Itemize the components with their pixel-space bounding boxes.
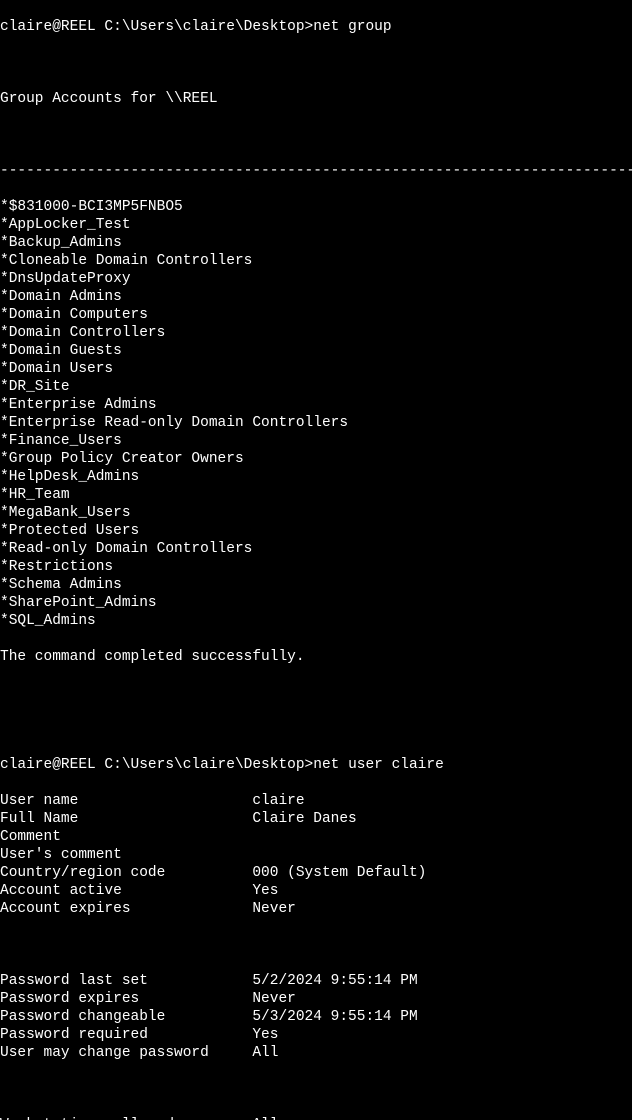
password-info-line: Password required Yes [0,1026,632,1044]
prompt: claire@REEL C:\Users\claire\Desktop> [0,19,313,35]
password-info-line: User may change password All [0,1044,632,1062]
group-entry: *Domain Admins [0,288,632,306]
group-entry: *Group Policy Creator Owners [0,450,632,468]
group-entry: *DnsUpdateProxy [0,270,632,288]
group-entry: *Schema Admins [0,576,632,594]
group-entry: *Cloneable Domain Controllers [0,252,632,270]
group-entry: *Domain Computers [0,306,632,324]
command-text: net group [313,19,391,35]
workstation-info-line: Workstations allowed All [0,1116,632,1120]
group-entry: *Backup_Admins [0,234,632,252]
terminal-window[interactable]: claire@REEL C:\Users\claire\Desktop>net … [0,0,632,1120]
password-info-line: Password last set 5/2/2024 9:55:14 PM [0,972,632,990]
prompt-line: claire@REEL C:\Users\claire\Desktop>net … [0,756,632,774]
command-text: net user claire [313,757,444,773]
blank-line [0,684,632,702]
group-entry: *$831000-BCI3MP5FNBO5 [0,198,632,216]
user-info-line: User's comment [0,846,632,864]
completed-msg: The command completed successfully. [0,648,632,666]
user-info-line: Country/region code 000 (System Default) [0,864,632,882]
user-info-line: Comment [0,828,632,846]
group-entry: *Restrictions [0,558,632,576]
blank-line [0,720,632,738]
blank-line [0,126,632,144]
group-entry: *SQL_Admins [0,612,632,630]
group-entry: *SharePoint_Admins [0,594,632,612]
group-entry: *Protected Users [0,522,632,540]
group-entry: *MegaBank_Users [0,504,632,522]
user-info-line: Account active Yes [0,882,632,900]
password-info-line: Password expires Never [0,990,632,1008]
separator: ----------------------------------------… [0,162,632,180]
group-entry: *DR_Site [0,378,632,396]
user-info-line: Full Name Claire Danes [0,810,632,828]
prompt: claire@REEL C:\Users\claire\Desktop> [0,757,313,773]
group-entry: *Finance_Users [0,432,632,450]
user-info-line: User name claire [0,792,632,810]
group-entry: *HelpDesk_Admins [0,468,632,486]
group-entry: *Enterprise Read-only Domain Controllers [0,414,632,432]
user-info-line: Account expires Never [0,900,632,918]
netgroup-header: Group Accounts for \\REEL [0,90,632,108]
blank-line [0,1080,632,1098]
group-entry: *Domain Users [0,360,632,378]
group-entry: *HR_Team [0,486,632,504]
group-entry: *Read-only Domain Controllers [0,540,632,558]
blank-line [0,54,632,72]
group-entry: *Domain Controllers [0,324,632,342]
group-entry: *Domain Guests [0,342,632,360]
prompt-line: claire@REEL C:\Users\claire\Desktop>net … [0,18,632,36]
password-info-line: Password changeable 5/3/2024 9:55:14 PM [0,1008,632,1026]
group-entry: *AppLocker_Test [0,216,632,234]
group-entry: *Enterprise Admins [0,396,632,414]
blank-line [0,936,632,954]
